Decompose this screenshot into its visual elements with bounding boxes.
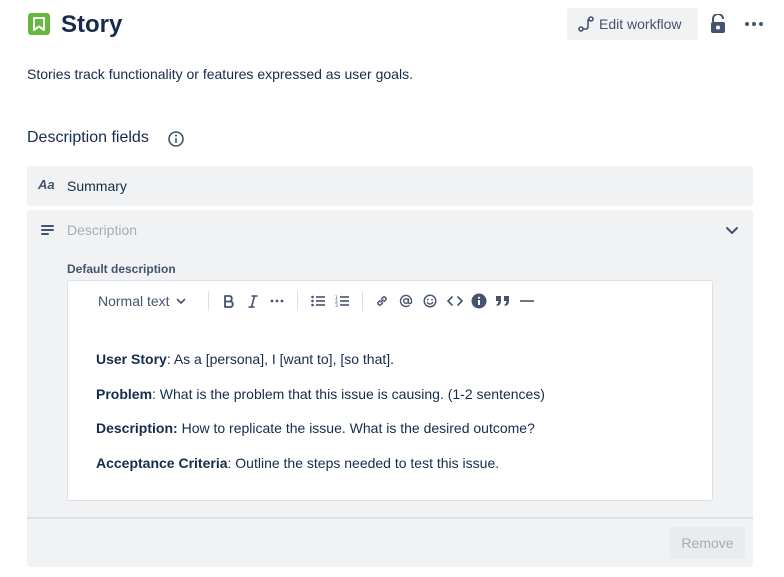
edit-workflow-button[interactable]: Edit workflow	[567, 8, 698, 40]
bullet-list-button[interactable]	[310, 291, 326, 311]
paragraph-icon	[41, 225, 54, 235]
default-description-label: Default description	[67, 262, 176, 276]
acceptance-criteria-paragraph: Acceptance Criteria: Outline the steps n…	[96, 453, 696, 473]
more-icon	[745, 22, 763, 26]
page-subtitle: Stories track functionality or features …	[27, 66, 413, 82]
description-paragraph: Description: How to replicate the issue.…	[96, 418, 696, 438]
acceptance-criteria-text: : Outline the steps needed to test this …	[227, 454, 500, 471]
bullet-list-icon	[311, 295, 325, 307]
emoji-icon	[423, 294, 437, 308]
toolbar-separator	[208, 291, 209, 311]
info-panel-button[interactable]	[470, 291, 488, 311]
chevron-down-icon[interactable]	[724, 222, 740, 238]
user-story-text: : As a [persona], I [want to], [so that]…	[166, 351, 395, 367]
svg-text:3: 3	[335, 303, 338, 307]
bookmark-icon	[33, 17, 45, 31]
info-icon[interactable]	[167, 130, 185, 148]
panel-divider	[27, 517, 753, 519]
editor-toolbar: Normal text 1 2 3	[68, 281, 712, 321]
more-icon	[270, 299, 284, 303]
text-style-dropdown[interactable]: Normal text	[98, 291, 186, 311]
more-formatting-button[interactable]	[269, 291, 285, 311]
chevron-down-icon	[176, 298, 185, 304]
remove-button[interactable]: Remove	[670, 527, 745, 559]
edit-workflow-label: Edit workflow	[599, 16, 682, 32]
italic-icon	[248, 294, 258, 308]
page-title: Story	[61, 11, 123, 38]
numbered-list-icon: 1 2 3	[335, 295, 349, 307]
problem-text: : What is the problem that this issue is…	[152, 385, 545, 402]
description-text: How to replicate the issue. What is the …	[177, 420, 535, 436]
divider-button[interactable]	[519, 291, 535, 311]
summary-field-row[interactable]: Aa Summary	[27, 166, 753, 206]
bold-icon	[223, 294, 234, 308]
more-actions-button[interactable]	[740, 12, 768, 36]
toolbar-separator	[297, 291, 298, 311]
link-button[interactable]	[374, 291, 390, 311]
toolbar-separator	[362, 291, 363, 311]
user-story-paragraph: User Story: As a [persona], I [want to],…	[96, 349, 696, 369]
italic-button[interactable]	[246, 291, 260, 311]
default-description-editor[interactable]: Normal text 1 2 3 User Story: As a [pers…	[67, 280, 713, 501]
code-icon	[447, 296, 463, 306]
quote-button[interactable]	[494, 291, 512, 311]
section-title: Description fields	[27, 129, 149, 146]
info-panel-icon	[471, 293, 487, 309]
description-field-panel: Description Default description Normal t…	[27, 210, 753, 567]
summary-field-label: Summary	[67, 178, 127, 194]
text-style-label: Normal text	[98, 293, 170, 309]
divider-icon	[520, 300, 534, 302]
text-field-icon: Aa	[38, 177, 55, 192]
description-bold: Description:	[96, 420, 178, 436]
issue-type-config-page: Story Edit workflow Stories track functi…	[0, 0, 784, 577]
bold-button[interactable]	[222, 291, 236, 311]
quote-icon	[496, 296, 509, 306]
editor-content[interactable]: User Story: As a [persona], I [want to],…	[96, 349, 696, 487]
emoji-button[interactable]	[422, 291, 438, 311]
numbered-list-button[interactable]: 1 2 3	[334, 291, 350, 311]
mention-icon	[399, 294, 413, 308]
unlock-button[interactable]	[706, 12, 730, 36]
link-icon	[377, 296, 387, 306]
problem-bold: Problem	[96, 385, 153, 402]
user-story-bold: User Story	[96, 351, 167, 367]
acceptance-criteria-bold: Acceptance Criteria	[96, 454, 228, 471]
mention-button[interactable]	[398, 291, 414, 311]
workflow-icon	[578, 16, 594, 32]
problem-paragraph: Problem: What is the problem that this i…	[96, 384, 696, 404]
description-field-label: Description	[67, 222, 138, 238]
code-button[interactable]	[446, 291, 464, 311]
unlock-icon	[711, 14, 725, 33]
story-type-icon	[28, 13, 50, 35]
